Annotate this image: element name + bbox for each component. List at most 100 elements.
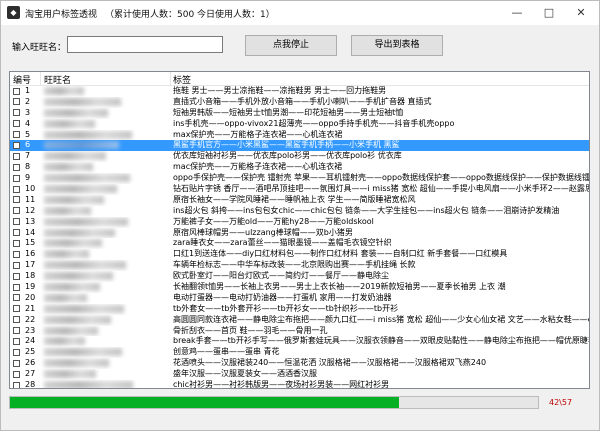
table-row[interactable]: 21 tb外套女——tb外套开衫——tb开衫女——tb针织衫——tb开衫 xyxy=(10,304,589,315)
table-row[interactable]: 16 口红1到送连体——diy口红材料包——制作口红材料 套装——自制口红 新手套… xyxy=(10,249,589,260)
header-tags[interactable]: 标签 xyxy=(173,73,191,86)
row-nickname-redacted xyxy=(44,359,109,368)
row-checkbox[interactable] xyxy=(13,131,20,139)
row-checkbox[interactable] xyxy=(13,261,20,269)
row-tags: 钻石贴片字锈 香厅——酒吧吊顶挂吧——氛围灯具——i miss猪 宽松 超仙——… xyxy=(173,184,589,194)
table-row[interactable]: 7 优衣库短袖衬衫男——优衣库polo衫男——优衣库polo衫 优衣库 xyxy=(10,151,589,162)
row-tags: 直插式小音箱——手机外放小音箱——手机小喇叭——手机扩音器 直插式 xyxy=(173,96,432,106)
table-row[interactable]: 22 高圆圆同款连衣裙——静电除尘布拖把——颜九口红——i miss猪 宽松 超仙… xyxy=(10,315,589,326)
table-row[interactable]: 1 拖鞋 男士——男士凉拖鞋——凉拖鞋男 男士——回力拖鞋男 xyxy=(10,86,589,97)
close-button[interactable]: ✕ xyxy=(565,3,597,23)
maximize-button[interactable]: □ xyxy=(533,3,565,23)
row-checkbox[interactable] xyxy=(13,185,20,193)
row-checkbox[interactable] xyxy=(13,294,20,302)
row-nickname-redacted xyxy=(44,174,130,183)
row-tags: 电动打蛋器——电动打奶油器——打蛋机 家用——打发奶油器 xyxy=(173,292,392,302)
row-checkbox[interactable] xyxy=(13,152,20,160)
header-num[interactable]: 编号 xyxy=(13,73,31,86)
row-checkbox[interactable] xyxy=(13,196,20,204)
row-checkbox[interactable] xyxy=(13,120,20,128)
table-row[interactable]: 8 mac保护壳——万能格子连衣裙——心机连衣裙 xyxy=(10,162,589,173)
table-row[interactable]: 2 直插式小音箱——手机外放小音箱——手机小喇叭——手机扩音器 直插式 xyxy=(10,97,589,108)
export-button[interactable]: 导出到表格 xyxy=(351,35,443,56)
table-row[interactable]: 9 oppo手保护壳——保护壳 镭射壳 苹果——耳机镭射壳——oppo数据线保护套… xyxy=(10,173,589,184)
row-checkbox[interactable] xyxy=(13,174,20,182)
row-tags: 高圆圆同款连衣裙——静电除尘布拖把——颜九口红——i miss猪 宽松 超仙——… xyxy=(173,314,589,324)
row-checkbox[interactable] xyxy=(13,272,20,280)
row-tags: oppo手保护壳——保护壳 镭射壳 苹果——耳机镭射壳——oppo数据线保护套—… xyxy=(173,173,589,183)
stop-button[interactable]: 点我停止 xyxy=(245,35,337,56)
row-number: 4 xyxy=(25,118,31,128)
header-nick[interactable]: 旺旺名 xyxy=(44,73,71,86)
table-row[interactable]: 26 花酒喷头——汉服裙装240——恒温花洒 汉服格裙——汉服格裙——汉服格裙双飞… xyxy=(10,358,589,369)
app-window: ◆ 淘宝用户标签透视 （累计使用人数：500 今日使用人数：1） — □ ✕ 输… xyxy=(0,0,600,431)
row-checkbox[interactable] xyxy=(13,163,20,171)
table-row[interactable]: 3 短袖男韩版——短袖男士t恤男潮——印花短袖男——男士短袖t恤 xyxy=(10,108,589,119)
progress-count: 42\57 xyxy=(549,398,573,407)
row-checkbox[interactable] xyxy=(13,348,20,356)
row-tags: tb外套女——tb外套开衫——tb开衫女——tb针织衫——tb开衫 xyxy=(173,303,399,313)
username-input[interactable] xyxy=(67,36,223,53)
table-row[interactable]: 5 max保护壳——万能格子连衣裙——心机连衣裙 xyxy=(10,130,589,141)
row-number: 2 xyxy=(25,96,31,106)
header-divider xyxy=(170,72,171,85)
row-tags: 优衣库短袖衬衫男——优衣库polo衫男——优衣库polo衫 优衣库 xyxy=(173,151,402,161)
row-checkbox[interactable] xyxy=(13,207,20,215)
row-checkbox[interactable] xyxy=(13,316,20,324)
table-row[interactable]: 12 ins超火包 斜挎——ins包包女chic——chic包包 链条——大学生挂… xyxy=(10,206,589,217)
table-row[interactable]: 17 车辆年检标志——中华车标改装——北京限购出赛——手机挂绳 长款 xyxy=(10,260,589,271)
row-number: 6 xyxy=(25,140,31,150)
row-tags: 拖鞋 男士——男士凉拖鞋——凉拖鞋男 男士——回力拖鞋男 xyxy=(173,86,387,95)
row-checkbox[interactable] xyxy=(13,370,20,378)
row-checkbox[interactable] xyxy=(13,141,20,149)
table-row[interactable]: 4 ins手机壳——oppo-vivox21超薄壳——oppo手持手机壳——抖音手… xyxy=(10,119,589,130)
table-row[interactable]: 20 电动打蛋器——电动打奶油器——打蛋机 家用——打发奶油器 xyxy=(10,293,589,304)
row-checkbox[interactable] xyxy=(13,359,20,367)
row-checkbox[interactable] xyxy=(13,218,20,226)
table-row[interactable]: 24 break手套——tb开衫手写——俄罗斯套娃玩具——汉服衣领静音——双眼皮贴… xyxy=(10,336,589,347)
row-checkbox[interactable] xyxy=(13,98,20,106)
row-nickname-redacted xyxy=(44,217,128,226)
row-tags: max保护壳——万能格子连衣裙——心机连衣裙 xyxy=(173,129,343,139)
table-row[interactable]: 11 原宿长袖女——学院风睡裙——睡帆袖上衣 学生——简版睡裙宽松风 xyxy=(10,195,589,206)
row-checkbox[interactable] xyxy=(13,239,20,247)
row-tags: chic衬衫男——衬衫韩版男——夜场衬衫男装——网红衬衫男 xyxy=(173,380,390,389)
row-checkbox[interactable] xyxy=(13,283,20,291)
row-number: 19 xyxy=(25,282,36,292)
row-number: 14 xyxy=(25,227,36,237)
row-checkbox[interactable] xyxy=(13,109,20,117)
row-tags: 长袖翻领t恤男——长袖上衣男——男士上衣长袖——2019新款短袖男——夏季长袖男… xyxy=(173,282,506,292)
table-row[interactable]: 23 骨折刮衣——首页 鞋——羽毛——骨用一孔 xyxy=(10,326,589,337)
row-number: 1 xyxy=(25,86,31,95)
header-divider xyxy=(40,72,41,85)
row-checkbox[interactable] xyxy=(13,250,20,258)
minimize-button[interactable]: — xyxy=(501,3,533,23)
table-row[interactable]: 15 zara睡衣女——zara蕾丝——猫眼墨镜——盖帽毛衣镜空针织 xyxy=(10,238,589,249)
row-checkbox[interactable] xyxy=(13,87,20,95)
table-row[interactable]: 27 盛年汉服——汉服夏装女——酒酒香汉服 xyxy=(10,369,589,380)
table-row[interactable]: 14 原宿风棒球帽男——ulzzang棒球帽——双b小猪男 xyxy=(10,228,589,239)
table-row[interactable]: 25 创意鸡——蛋串——蛋串 青花 xyxy=(10,347,589,358)
row-tags: 花酒喷头——汉服裙装240——恒温花洒 汉服格裙——汉服格裙——汉服格裙双飞燕2… xyxy=(173,358,487,368)
row-tags: 黑鲨手机官方——小米黑鲨——黑鲨手机手柄——小米手机 黑鲨 xyxy=(173,140,400,150)
row-checkbox[interactable] xyxy=(13,305,20,313)
table-row[interactable]: 6 黑鲨手机官方——小米黑鲨——黑鲨手机手柄——小米手机 黑鲨 xyxy=(10,140,589,152)
row-checkbox[interactable] xyxy=(13,327,20,335)
table-row[interactable]: 18 欧式卧室灯——阳台灯欧式——简约灯——餐厅——静电除尘 xyxy=(10,271,589,282)
table-row[interactable]: 28 chic衬衫男——衬衫韩版男——夜场衬衫男装——网红衬衫男 xyxy=(10,380,589,389)
row-number: 28 xyxy=(25,380,36,389)
row-tags: ins超火包 斜挎——ins包包女chic——chic包包 链条——大学生挂包—… xyxy=(173,205,560,215)
row-number: 27 xyxy=(25,369,36,379)
row-nickname-redacted xyxy=(44,206,91,215)
result-list[interactable]: 编号 旺旺名 标签 1 拖鞋 男士——男士凉拖鞋——凉拖鞋男 男士——回力拖鞋男 2… xyxy=(9,71,590,389)
row-checkbox[interactable] xyxy=(13,381,20,388)
row-checkbox[interactable] xyxy=(13,229,20,237)
window-title: 淘宝用户标签透视 xyxy=(25,10,98,20)
row-nickname-redacted xyxy=(44,261,126,270)
row-checkbox[interactable] xyxy=(13,337,20,345)
table-row[interactable]: 10 钻石贴片字锈 香厅——酒吧吊顶挂吧——氛围灯具——i miss猪 宽松 超仙… xyxy=(10,184,589,195)
row-nickname-redacted xyxy=(44,293,87,302)
table-row[interactable]: 13 万能裤子女——万能old——万能hy28——万能oldskool xyxy=(10,217,589,228)
table-row[interactable]: 19 长袖翻领t恤男——长袖上衣男——男士上衣长袖——2019新款短袖男——夏季长… xyxy=(10,282,589,293)
row-number: 9 xyxy=(25,173,31,183)
